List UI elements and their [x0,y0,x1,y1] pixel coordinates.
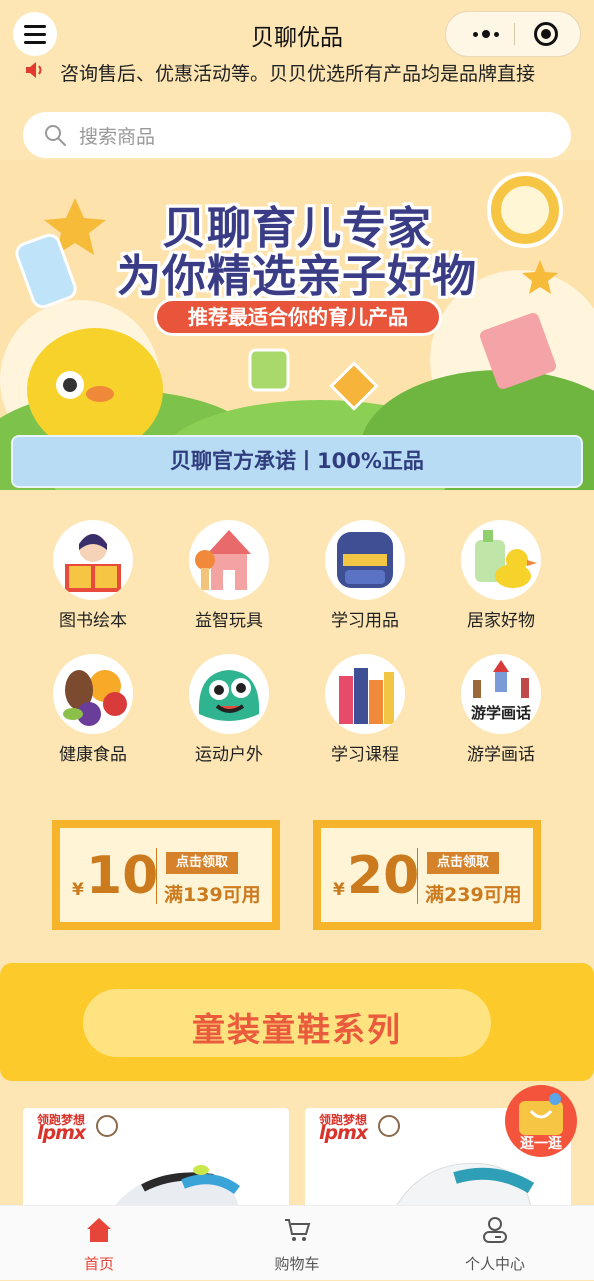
coupon-card-20[interactable]: ¥ 20 点击领取 满239可用 [313,820,541,930]
coupon-card-10[interactable]: ¥ 10 点击领取 满139可用 [52,820,280,930]
category-label: 居家好物 [467,611,535,631]
bottom-tab-bar: 首页 购物车 个人中心 [0,1205,594,1280]
category-label: 益智玩具 [195,611,263,631]
coupon-amount: 20 [347,846,420,906]
coupon-divider [156,848,157,904]
tab-home[interactable]: 首页 [0,1206,198,1281]
capsule-divider [514,23,515,45]
coupon-divider [417,848,418,904]
miniprogram-capsule [445,11,581,57]
coupon-amount: 10 [86,846,159,906]
coupon-body: ¥ 20 点击领取 满239可用 [321,828,533,922]
browse-float-button[interactable]: 逛一逛 [505,1085,577,1157]
tab-label: 首页 [83,1255,114,1273]
close-miniprogram-button[interactable] [534,22,558,46]
search-icon [45,125,66,146]
outdoor-monster-icon [189,654,269,734]
tab-label: 个人中心 [464,1255,525,1273]
study-tour-logo-text: 游学画话 [471,704,531,722]
series-title: 童装童鞋系列 [192,1010,402,1049]
tab-cart[interactable]: 购物车 [198,1206,396,1281]
more-dot-icon [494,31,499,37]
more-dot-icon [482,30,490,38]
study-tour-icon: 游学画话 [461,654,541,734]
category-label: 运动户外 [195,745,263,765]
tab-profile[interactable]: 个人中心 [396,1206,594,1281]
category-item-courses[interactable]: 学习课程 [297,652,433,782]
category-item-stationery[interactable]: 学习用品 [297,518,433,648]
search-bar[interactable]: 搜索商品 [23,112,571,158]
category-label: 学习用品 [331,611,399,631]
category-label: 图书绘本 [59,611,127,631]
search-input[interactable]: 搜索商品 [79,122,155,149]
notice-bar[interactable]: 咨询售后、优惠活动等。贝贝优选所有产品均是品牌直接 [0,58,594,82]
coupon-currency: ¥ [333,880,345,900]
coupon-condition: 满139可用 [164,884,261,906]
toy-blocks-icon [189,520,269,600]
claim-coupon-button[interactable]: 点击领取 [427,852,499,874]
more-options-button[interactable] [460,12,512,56]
home-icon [87,1218,111,1242]
home-goods-icon [461,520,541,600]
fruit-icon [53,654,133,734]
category-item-toys[interactable]: 益智玩具 [161,518,297,648]
category-label: 学习课程 [331,745,399,765]
category-item-study-tour[interactable]: 游学画话 游学画话 [433,652,569,782]
category-label: 健康食品 [59,745,127,765]
coupon-condition: 满239可用 [425,884,522,906]
coupon-body: ¥ 10 点击领取 满139可用 [60,828,272,922]
notice-text: 咨询售后、优惠活动等。贝贝优选所有产品均是品牌直接 [60,63,536,82]
tab-label: 购物车 [274,1255,320,1273]
category-item-books[interactable]: 图书绘本 [25,518,161,648]
official-promise-bar: 贝聊官方承诺丨100%正品 [11,435,583,488]
cart-icon [285,1219,311,1241]
more-dot-icon [473,31,478,37]
coupon-currency: ¥ [72,880,84,900]
category-item-home[interactable]: 居家好物 [433,518,569,648]
category-label: 游学画话 [467,745,535,765]
claim-coupon-button[interactable]: 点击领取 [166,852,238,874]
profile-icon [483,1217,507,1243]
picture-book-icon [53,520,133,600]
books-icon [325,654,405,734]
category-item-outdoor[interactable]: 运动户外 [161,652,297,782]
category-item-food[interactable]: 健康食品 [25,652,161,782]
float-button-label: 逛一逛 [520,1136,562,1152]
kids-clothing-series-banner[interactable]: 童装童鞋系列 [0,963,594,1081]
speaker-icon [26,62,42,78]
banner-subtitle: 推荐最适合你的育儿产品 [154,298,442,336]
schoolbag-icon [325,520,405,600]
banner-headline: 为你精选亲子好物 [117,251,477,302]
